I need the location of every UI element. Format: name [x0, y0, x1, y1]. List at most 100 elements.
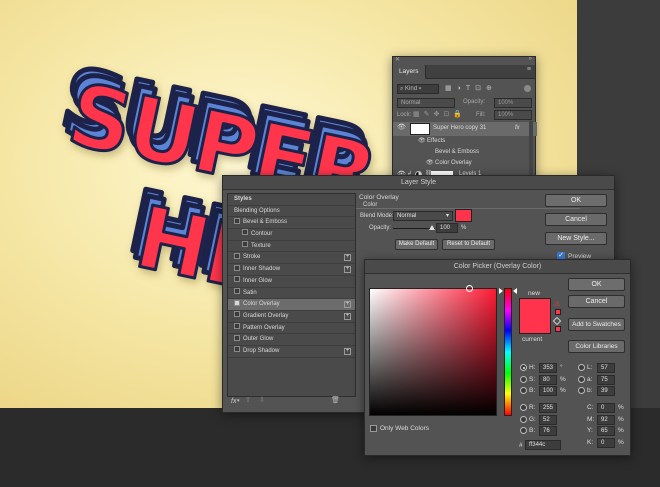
new-style-button[interactable]: New Style... [545, 232, 607, 245]
visibility-eye-icon[interactable]: 👁 [397, 122, 406, 133]
channel-radio[interactable] [578, 375, 585, 383]
tab-layers[interactable]: Layers [393, 65, 426, 79]
kind-filter-dropdown[interactable]: ⌕ Kind ▾ [397, 84, 439, 94]
hue-slider-left-arrow[interactable] [499, 288, 503, 294]
channel-radio[interactable] [520, 404, 527, 411]
picker-cancel-button[interactable]: Cancel [568, 295, 625, 308]
out-of-gamut-warning-icon[interactable]: ⚠ [554, 300, 560, 308]
hue-slider[interactable] [504, 288, 512, 416]
opacity-field[interactable]: 100% [494, 98, 532, 108]
filter-toggle-icon[interactable] [524, 85, 531, 92]
only-web-colors-checkbox[interactable] [370, 425, 377, 432]
trash-icon[interactable]: 🗑 [331, 396, 340, 404]
channel-value-field[interactable]: 100 [539, 386, 557, 396]
web-safe-swatch[interactable] [555, 326, 561, 332]
add-effect-icon[interactable]: + [344, 312, 351, 320]
add-effect-icon[interactable]: + [344, 301, 351, 309]
style-item[interactable]: Pattern Overlay [228, 322, 355, 335]
style-item[interactable]: Gradient Overlay + [228, 311, 355, 323]
color-field-marker[interactable] [466, 285, 473, 292]
style-checkbox[interactable] [234, 322, 240, 329]
layer-style-titlebar[interactable]: Layer Style [223, 176, 614, 190]
panel-collapse-icon[interactable]: ✕ [395, 56, 400, 63]
channel-radio[interactable] [520, 364, 527, 371]
layer-effect-row[interactable]: Bevel & Emboss [393, 147, 537, 158]
style-checkbox[interactable] [234, 311, 240, 318]
overlay-color-swatch[interactable] [455, 209, 472, 222]
fx-menu-button[interactable]: fx [231, 398, 236, 405]
style-item[interactable]: Satin [228, 287, 355, 300]
cancel-button[interactable]: Cancel [545, 213, 607, 226]
channel-value-field[interactable]: 65 [597, 426, 615, 436]
channel-radio[interactable] [578, 364, 585, 371]
move-up-icon[interactable]: ⇧ [245, 396, 251, 404]
gamut-swatch[interactable] [555, 309, 561, 315]
web-safe-warning-icon[interactable] [552, 316, 562, 326]
channel-radio[interactable] [520, 427, 527, 434]
channel-value-field[interactable]: 57 [597, 363, 615, 373]
saturation-brightness-field[interactable] [369, 288, 497, 416]
channel-radio[interactable] [520, 415, 527, 423]
style-checkbox[interactable] [234, 252, 240, 259]
style-item[interactable]: Bevel & Emboss [228, 217, 355, 230]
style-checkbox[interactable] [234, 334, 240, 341]
channel-value-field[interactable]: 0 [597, 437, 615, 448]
channel-value-field[interactable]: 80 [539, 374, 557, 385]
move-down-icon[interactable]: ⇩ [259, 396, 265, 404]
channel-value-field[interactable]: 39 [597, 386, 615, 396]
style-checkbox[interactable] [242, 241, 248, 248]
fill-field[interactable]: 100% [494, 110, 532, 120]
make-default-button[interactable]: Make Default [395, 239, 438, 250]
channel-value-field[interactable]: 255 [539, 403, 557, 413]
channel-value-field[interactable]: 52 [539, 414, 557, 425]
style-item[interactable]: Inner Shadow + [228, 264, 355, 276]
layer-blend-mode-dropdown[interactable]: Normal [397, 98, 455, 108]
opacity-value-field[interactable]: 100 [436, 223, 458, 233]
style-checkbox[interactable] [234, 264, 240, 271]
style-checkbox[interactable] [234, 276, 240, 283]
style-checkbox[interactable] [234, 299, 240, 306]
style-checkbox[interactable] [242, 229, 248, 236]
filter-icons[interactable]: ▦◑T⊡⊕ [445, 84, 497, 92]
blend-mode-dropdown[interactable]: Normal ▾ [393, 211, 453, 221]
add-effect-icon[interactable]: + [344, 254, 351, 262]
add-effect-icon[interactable]: + [344, 347, 351, 355]
visibility-eye-icon[interactable]: 👁 [418, 136, 426, 147]
style-item[interactable]: Texture [228, 241, 355, 253]
style-item[interactable]: Stroke + [228, 252, 355, 265]
opacity-slider-handle[interactable] [429, 225, 435, 230]
style-item[interactable]: Contour [228, 229, 355, 241]
channel-value-field[interactable]: 75 [597, 374, 615, 385]
channel-radio[interactable] [578, 387, 585, 394]
add-effect-icon[interactable]: + [344, 266, 351, 274]
layer-effect-row[interactable]: 👁 Color Overlay [393, 158, 537, 169]
channel-value-field[interactable]: 0 [597, 403, 615, 413]
visibility-eye-icon[interactable]: 👁 [426, 158, 434, 169]
style-checkbox[interactable] [234, 287, 240, 294]
ok-button[interactable]: OK [545, 194, 607, 207]
color-libraries-button[interactable]: Color Libraries [568, 340, 625, 353]
lock-icons[interactable]: ▦✎✥⊡🔒 [413, 110, 466, 118]
layers-scrollbar[interactable] [529, 121, 533, 179]
fx-icon[interactable]: fx [515, 123, 520, 134]
style-item[interactable]: Outer Glow [228, 334, 355, 346]
reset-to-default-button[interactable]: Reset to Default [442, 239, 495, 250]
add-to-swatches-button[interactable]: Add to Swatches [568, 318, 625, 331]
hue-slider-right-arrow[interactable] [513, 288, 517, 294]
channel-radio[interactable] [520, 375, 527, 383]
hex-field[interactable]: ff344c [525, 440, 561, 450]
layer-effects-row[interactable]: 👁 Effects [393, 136, 537, 147]
style-item[interactable]: Inner Glow [228, 276, 355, 288]
style-checkbox[interactable] [234, 346, 240, 353]
style-item[interactable]: Color Overlay + [228, 299, 355, 311]
panel-expand-icon[interactable]: » [529, 56, 532, 62]
channel-value-field[interactable]: 353 [539, 363, 557, 373]
picker-ok-button[interactable]: OK [568, 278, 625, 291]
style-checkbox[interactable] [234, 217, 240, 224]
styles-header[interactable]: Styles [228, 194, 355, 206]
style-item[interactable]: Drop Shadow + [228, 346, 355, 358]
channel-radio[interactable] [520, 387, 527, 394]
style-item[interactable]: Blending Options [228, 206, 355, 218]
channel-value-field[interactable]: 92 [597, 414, 615, 425]
channel-value-field[interactable]: 76 [539, 426, 557, 436]
